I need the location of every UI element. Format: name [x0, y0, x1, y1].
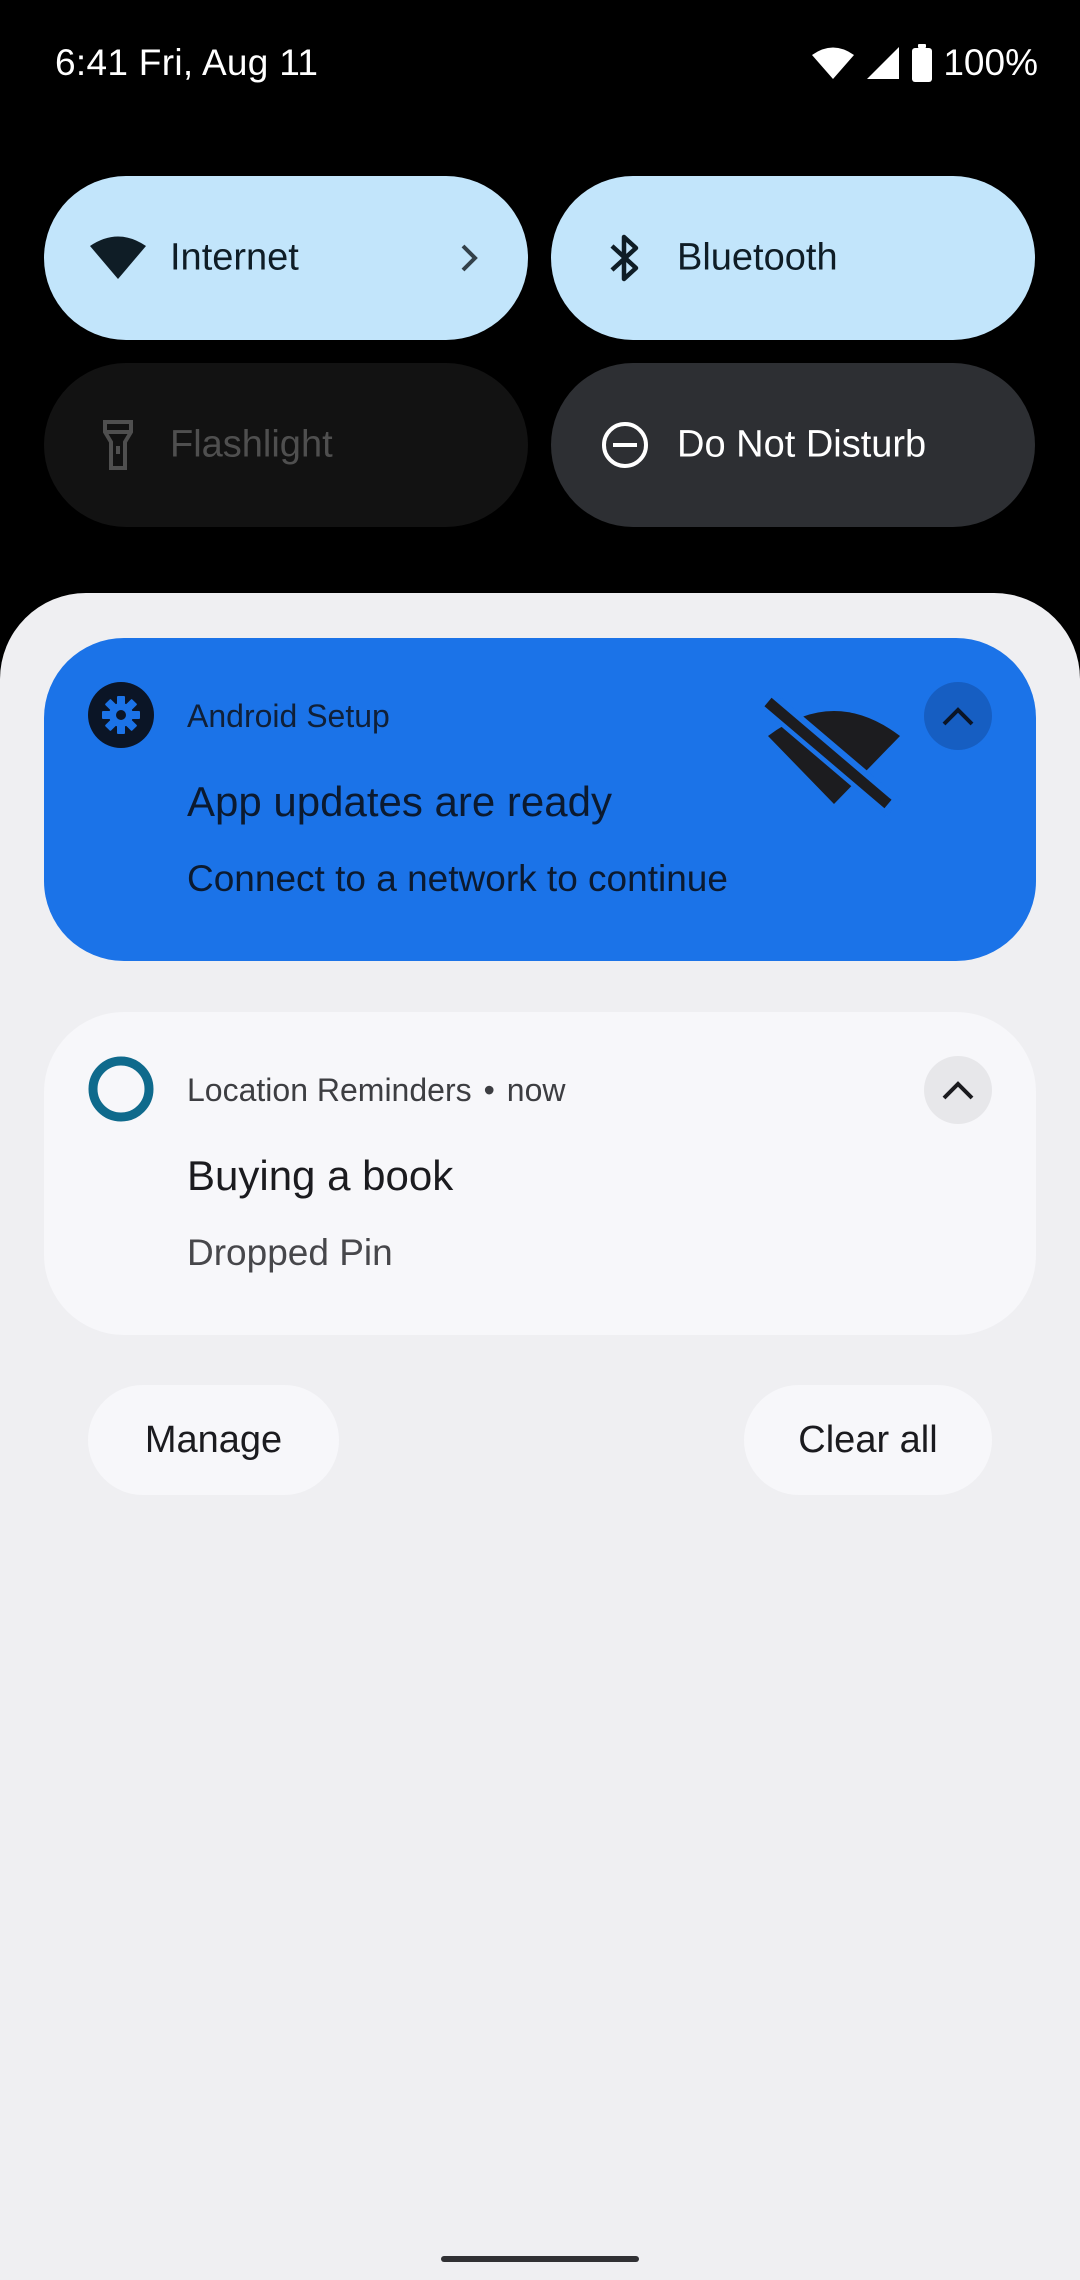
home-indicator[interactable]	[441, 2256, 639, 2262]
tile-internet-label: Internet	[170, 236, 299, 279]
notification-android-setup[interactable]: Android Setup App updates are ready Conn…	[44, 638, 1036, 961]
notification-text: Dropped Pin	[187, 1232, 393, 1273]
battery-percentage: 100%	[943, 42, 1038, 83]
notification-location-reminders[interactable]: Location Reminders • now Buying a book Dro…	[44, 1012, 1036, 1335]
wifi-icon	[811, 46, 855, 80]
status-time-date: 6:41 Fri, Aug 11	[55, 42, 319, 83]
chevron-right-icon	[452, 238, 486, 278]
tile-do-not-disturb[interactable]: Do Not Disturb	[551, 363, 1035, 527]
wifi-off-icon	[754, 696, 914, 817]
notification-time: now	[506, 1072, 566, 1108]
collapse-button[interactable]	[924, 682, 992, 750]
chevron-up-icon	[942, 1081, 974, 1100]
clear-all-button[interactable]: Clear all	[744, 1385, 992, 1495]
notification-text: Connect to a network to continue	[187, 858, 728, 899]
notification-app-name: Android Setup	[187, 698, 390, 734]
chevron-up-icon	[942, 707, 974, 726]
notification-shade-screen: 6:41 Fri, Aug 11 100% Internet Bluetooth…	[0, 0, 1080, 2280]
battery-icon	[911, 44, 933, 82]
wifi-icon	[88, 228, 148, 288]
manage-button[interactable]: Manage	[88, 1385, 339, 1495]
tile-flashlight[interactable]: Flashlight	[44, 363, 528, 527]
gear-icon	[88, 682, 154, 748]
bluetooth-icon	[595, 228, 655, 288]
separator-dot: •	[483, 1072, 495, 1108]
tile-dnd-label: Do Not Disturb	[677, 423, 927, 466]
tile-bluetooth-label: Bluetooth	[677, 236, 838, 279]
notification-header: Location Reminders • now	[187, 1072, 566, 1109]
collapse-button[interactable]	[924, 1056, 992, 1124]
notification-title: Buying a book	[187, 1152, 454, 1199]
ring-icon	[88, 1056, 154, 1122]
tile-internet[interactable]: Internet	[44, 176, 528, 340]
status-icons: 100%	[811, 42, 1038, 84]
notification-app-name: Location Reminders	[187, 1072, 472, 1108]
dnd-icon	[595, 415, 655, 475]
tile-flashlight-label: Flashlight	[170, 423, 333, 466]
status-bar: 6:41 Fri, Aug 11 100%	[0, 0, 1080, 135]
flashlight-icon	[88, 415, 148, 475]
tile-bluetooth[interactable]: Bluetooth	[551, 176, 1035, 340]
cell-signal-icon	[865, 45, 901, 81]
notification-title: App updates are ready	[187, 778, 612, 825]
